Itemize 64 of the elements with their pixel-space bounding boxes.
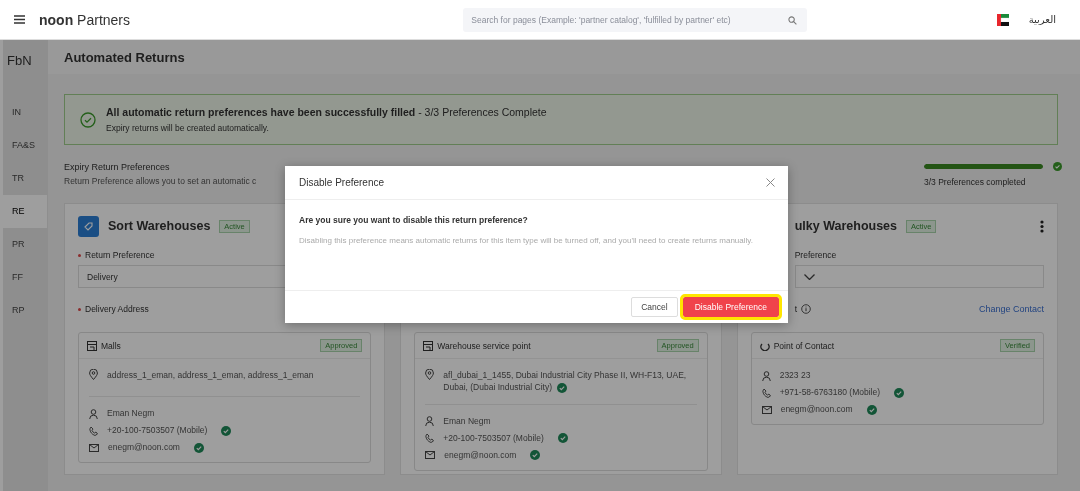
- dialog-question: Are you sure you want to disable this return preference?: [299, 215, 529, 225]
- store-icon: [423, 340, 434, 351]
- check-circle-icon: [80, 111, 96, 128]
- location-pin-icon: [425, 369, 435, 380]
- tag-icon: [78, 215, 99, 237]
- mail-icon: [89, 443, 99, 452]
- mail-icon: [761, 405, 772, 414]
- location-pin-icon: [89, 369, 98, 380]
- sidebar-item[interactable]: RP: [3, 294, 47, 327]
- field-label: t: [794, 304, 798, 314]
- field-label: Delivery Address: [85, 304, 149, 314]
- sidebar-item[interactable]: FA&S: [3, 129, 47, 162]
- language-link[interactable]: العربية: [1028, 14, 1056, 25]
- contact-name: Eman Negm: [107, 407, 155, 420]
- banner-message: All automatic return preferences have been successfully filled - 3/3 Preferences Complete: [106, 106, 547, 118]
- phone-icon: [425, 433, 435, 444]
- address-text: afl_dubai_1_1455, Dubai Industrial City Phase II, WH-F13, UAE, Dubai, (Dubai Industrial City): [443, 369, 688, 394]
- sidebar-item[interactable]: IN: [3, 96, 47, 129]
- contact-name: Eman Negm: [443, 414, 491, 428]
- disable-button[interactable]: Disable Preference: [682, 297, 779, 317]
- sidebar-title: FbN: [3, 40, 47, 81]
- banner-subtitle: Expiry returns will be created automatically.: [106, 123, 270, 133]
- menu-icon[interactable]: [14, 15, 25, 24]
- box-title: Warehouse service point: [437, 340, 531, 351]
- dialog-message: Disabling this preference means automatic returns for this item type will be turned off, and you'll need to create returns manually.: [299, 235, 754, 247]
- email-address: enegm@noon.com: [444, 448, 517, 462]
- person-icon: [89, 408, 98, 419]
- card-title: Sort Warehouses: [108, 219, 211, 233]
- section-description: Return Preference allows you to set an automatic c: [64, 176, 257, 186]
- card-title: ulky Warehouses: [794, 219, 897, 233]
- phone-number: +20-100-7503507 (Mobile): [107, 424, 208, 437]
- field-label: Return Preference: [85, 250, 155, 260]
- contact-name: 2323 23: [779, 369, 811, 382]
- sidebar-item[interactable]: RE: [3, 195, 47, 228]
- mail-icon: [425, 451, 436, 460]
- box-title: Malls: [101, 340, 121, 351]
- store-icon: [87, 340, 97, 351]
- phone-number: +20-100-7503507 (Mobile): [443, 431, 544, 445]
- phone-icon: [761, 387, 771, 398]
- person-icon: [425, 416, 435, 427]
- email-address: enegm@noon.com: [780, 403, 853, 416]
- phone-number: +971-58-6763180 (Mobile): [779, 386, 881, 399]
- search-field[interactable]: Search for pages (Example: 'partner catalog', 'fulfilled by partner' etc): [463, 7, 808, 32]
- cancel-button[interactable]: Cancel: [631, 297, 678, 317]
- progress-label: 3/3 Preferences completed: [924, 177, 1026, 187]
- field-label: Preference: [794, 250, 837, 260]
- close-icon[interactable]: [766, 178, 775, 187]
- box-title: Point of Contact: [773, 340, 835, 351]
- sidebar-item[interactable]: TR: [3, 162, 47, 195]
- person-icon: [761, 370, 771, 381]
- more-icon[interactable]: [1040, 219, 1044, 233]
- address-text: address_1_eman, address_1_eman, address_1_eman: [107, 369, 314, 382]
- flag-icon[interactable]: [996, 13, 1009, 26]
- phone-icon: [89, 425, 98, 436]
- search-icon[interactable]: [788, 15, 798, 25]
- section-title: Expiry Return Preferences: [64, 162, 171, 172]
- select-field[interactable]: [794, 265, 1044, 288]
- sidebar-item[interactable]: FF: [3, 261, 47, 294]
- dialog-title: Disable Preference: [299, 177, 385, 188]
- change-contact-link[interactable]: Change Contact: [978, 304, 1044, 314]
- sidebar-item[interactable]: PR: [3, 228, 47, 261]
- brand-logo[interactable]: noon Partners: [39, 11, 131, 28]
- email-address: enegm@noon.com: [108, 441, 180, 454]
- page-title: Automated Returns: [64, 49, 185, 65]
